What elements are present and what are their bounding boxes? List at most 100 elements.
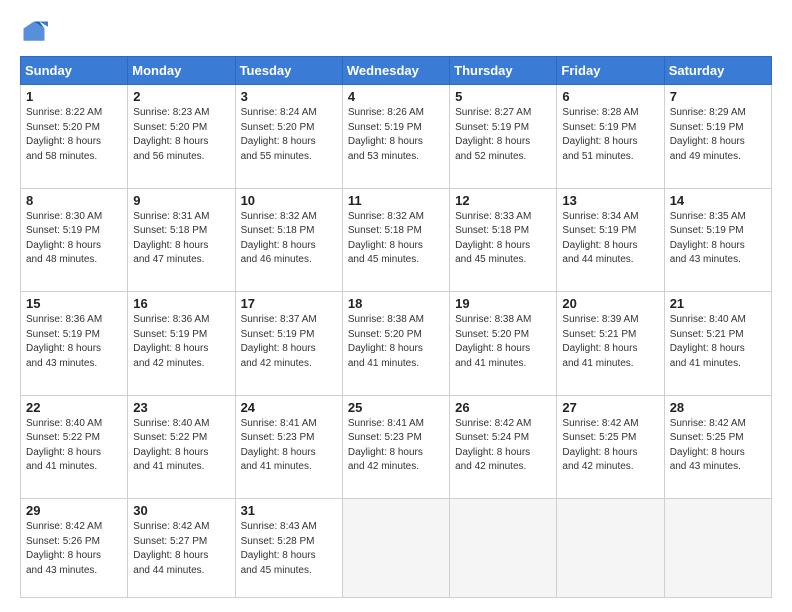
page: SundayMondayTuesdayWednesdayThursdayFrid…	[0, 0, 792, 612]
cell-info: Sunrise: 8:32 AMSunset: 5:18 PMDaylight:…	[348, 210, 444, 268]
calendar-cell: 29 Sunrise: 8:42 AMSunset: 5:26 PMDayligh…	[21, 499, 128, 598]
day-number: 8	[26, 193, 122, 208]
calendar-cell: 31 Sunrise: 8:43 AMSunset: 5:28 PMDayligh…	[235, 499, 342, 598]
calendar-cell: 25 Sunrise: 8:41 AMSunset: 5:23 PMDayligh…	[342, 395, 449, 499]
week-row-2: 8 Sunrise: 8:30 AMSunset: 5:19 PMDaylight…	[21, 188, 772, 292]
header	[20, 18, 772, 46]
day-number: 29	[26, 503, 122, 518]
day-header-tuesday: Tuesday	[235, 57, 342, 85]
day-number: 14	[670, 193, 766, 208]
calendar-cell: 1 Sunrise: 8:22 AMSunset: 5:20 PMDaylight…	[21, 85, 128, 189]
day-number: 3	[241, 89, 337, 104]
cell-info: Sunrise: 8:27 AMSunset: 5:19 PMDaylight:…	[455, 106, 551, 164]
day-number: 18	[348, 296, 444, 311]
cell-info: Sunrise: 8:41 AMSunset: 5:23 PMDaylight:…	[241, 417, 337, 475]
day-number: 5	[455, 89, 551, 104]
calendar-cell	[450, 499, 557, 598]
calendar-cell: 12Sunrise: 8:33 AMSunset: 5:18 PMDayligh…	[450, 188, 557, 292]
logo	[20, 18, 52, 46]
week-row-4: 22 Sunrise: 8:40 AMSunset: 5:22 PMDayligh…	[21, 395, 772, 499]
cell-info: Sunrise: 8:41 AMSunset: 5:23 PMDaylight:…	[348, 417, 444, 475]
calendar-cell: 17 Sunrise: 8:37 AMSunset: 5:19 PMDayligh…	[235, 292, 342, 396]
day-number: 22	[26, 400, 122, 415]
cell-info: Sunrise: 8:34 AMSunset: 5:19 PMDaylight:…	[562, 210, 658, 268]
cell-info: Sunrise: 8:32 AMSunset: 5:18 PMDaylight:…	[241, 210, 337, 268]
cell-info: Sunrise: 8:38 AMSunset: 5:20 PMDaylight:…	[455, 313, 551, 371]
day-header-thursday: Thursday	[450, 57, 557, 85]
cell-info: Sunrise: 8:35 AMSunset: 5:19 PMDaylight:…	[670, 210, 766, 268]
cell-info: Sunrise: 8:26 AMSunset: 5:19 PMDaylight:…	[348, 106, 444, 164]
calendar-cell: 14 Sunrise: 8:35 AMSunset: 5:19 PMDayligh…	[664, 188, 771, 292]
calendar-cell	[664, 499, 771, 598]
cell-info: Sunrise: 8:42 AMSunset: 5:25 PMDaylight:…	[670, 417, 766, 475]
day-number: 20	[562, 296, 658, 311]
cell-info: Sunrise: 8:36 AMSunset: 5:19 PMDaylight:…	[133, 313, 229, 371]
cell-info: Sunrise: 8:33 AMSunset: 5:18 PMDaylight:…	[455, 210, 551, 268]
calendar-cell: 28 Sunrise: 8:42 AMSunset: 5:25 PMDayligh…	[664, 395, 771, 499]
header-row: SundayMondayTuesdayWednesdayThursdayFrid…	[21, 57, 772, 85]
calendar-header: SundayMondayTuesdayWednesdayThursdayFrid…	[21, 57, 772, 85]
cell-info: Sunrise: 8:28 AMSunset: 5:19 PMDaylight:…	[562, 106, 658, 164]
cell-info: Sunrise: 8:30 AMSunset: 5:19 PMDaylight:…	[26, 210, 122, 268]
day-number: 24	[241, 400, 337, 415]
logo-icon	[20, 18, 48, 46]
cell-info: Sunrise: 8:39 AMSunset: 5:21 PMDaylight:…	[562, 313, 658, 371]
day-number: 26	[455, 400, 551, 415]
calendar-cell: 26 Sunrise: 8:42 AMSunset: 5:24 PMDayligh…	[450, 395, 557, 499]
day-number: 10	[241, 193, 337, 208]
day-number: 21	[670, 296, 766, 311]
calendar-cell: 16 Sunrise: 8:36 AMSunset: 5:19 PMDayligh…	[128, 292, 235, 396]
week-row-1: 1 Sunrise: 8:22 AMSunset: 5:20 PMDaylight…	[21, 85, 772, 189]
calendar-cell: 23Sunrise: 8:40 AMSunset: 5:22 PMDayligh…	[128, 395, 235, 499]
day-number: 19	[455, 296, 551, 311]
calendar-cell: 7Sunrise: 8:29 AMSunset: 5:19 PMDaylight…	[664, 85, 771, 189]
cell-info: Sunrise: 8:43 AMSunset: 5:28 PMDaylight:…	[241, 520, 337, 578]
calendar-cell: 22 Sunrise: 8:40 AMSunset: 5:22 PMDayligh…	[21, 395, 128, 499]
day-number: 13	[562, 193, 658, 208]
calendar-cell: 5 Sunrise: 8:27 AMSunset: 5:19 PMDaylight…	[450, 85, 557, 189]
day-number: 23	[133, 400, 229, 415]
calendar-cell: 3Sunrise: 8:24 AMSunset: 5:20 PMDaylight…	[235, 85, 342, 189]
cell-info: Sunrise: 8:42 AMSunset: 5:26 PMDaylight:…	[26, 520, 122, 578]
calendar-cell	[557, 499, 664, 598]
day-number: 9	[133, 193, 229, 208]
day-header-friday: Friday	[557, 57, 664, 85]
day-number: 1	[26, 89, 122, 104]
calendar-cell: 27 Sunrise: 8:42 AMSunset: 5:25 PMDayligh…	[557, 395, 664, 499]
calendar-cell: 2Sunrise: 8:23 AMSunset: 5:20 PMDaylight…	[128, 85, 235, 189]
day-number: 11	[348, 193, 444, 208]
day-number: 25	[348, 400, 444, 415]
day-number: 31	[241, 503, 337, 518]
cell-info: Sunrise: 8:40 AMSunset: 5:22 PMDaylight:…	[26, 417, 122, 475]
cell-info: Sunrise: 8:42 AMSunset: 5:24 PMDaylight:…	[455, 417, 551, 475]
calendar-cell: 15Sunrise: 8:36 AMSunset: 5:19 PMDayligh…	[21, 292, 128, 396]
calendar-cell	[342, 499, 449, 598]
calendar-cell: 11 Sunrise: 8:32 AMSunset: 5:18 PMDayligh…	[342, 188, 449, 292]
day-number: 28	[670, 400, 766, 415]
cell-info: Sunrise: 8:31 AMSunset: 5:18 PMDaylight:…	[133, 210, 229, 268]
calendar-cell: 10 Sunrise: 8:32 AMSunset: 5:18 PMDayligh…	[235, 188, 342, 292]
calendar-cell: 19 Sunrise: 8:38 AMSunset: 5:20 PMDayligh…	[450, 292, 557, 396]
cell-info: Sunrise: 8:38 AMSunset: 5:20 PMDaylight:…	[348, 313, 444, 371]
cell-info: Sunrise: 8:37 AMSunset: 5:19 PMDaylight:…	[241, 313, 337, 371]
day-number: 30	[133, 503, 229, 518]
calendar-cell: 6Sunrise: 8:28 AMSunset: 5:19 PMDaylight…	[557, 85, 664, 189]
day-header-sunday: Sunday	[21, 57, 128, 85]
cell-info: Sunrise: 8:23 AMSunset: 5:20 PMDaylight:…	[133, 106, 229, 164]
calendar-cell: 13 Sunrise: 8:34 AMSunset: 5:19 PMDayligh…	[557, 188, 664, 292]
day-number: 4	[348, 89, 444, 104]
cell-info: Sunrise: 8:40 AMSunset: 5:21 PMDaylight:…	[670, 313, 766, 371]
calendar-cell: 4 Sunrise: 8:26 AMSunset: 5:19 PMDaylight…	[342, 85, 449, 189]
calendar-cell: 21 Sunrise: 8:40 AMSunset: 5:21 PMDayligh…	[664, 292, 771, 396]
day-number: 16	[133, 296, 229, 311]
cell-info: Sunrise: 8:22 AMSunset: 5:20 PMDaylight:…	[26, 106, 122, 164]
day-number: 27	[562, 400, 658, 415]
day-number: 17	[241, 296, 337, 311]
cell-info: Sunrise: 8:42 AMSunset: 5:25 PMDaylight:…	[562, 417, 658, 475]
calendar-cell: 9 Sunrise: 8:31 AMSunset: 5:18 PMDaylight…	[128, 188, 235, 292]
day-header-monday: Monday	[128, 57, 235, 85]
calendar-cell: 8 Sunrise: 8:30 AMSunset: 5:19 PMDaylight…	[21, 188, 128, 292]
calendar-cell: 18 Sunrise: 8:38 AMSunset: 5:20 PMDayligh…	[342, 292, 449, 396]
day-number: 15	[26, 296, 122, 311]
cell-info: Sunrise: 8:42 AMSunset: 5:27 PMDaylight:…	[133, 520, 229, 578]
